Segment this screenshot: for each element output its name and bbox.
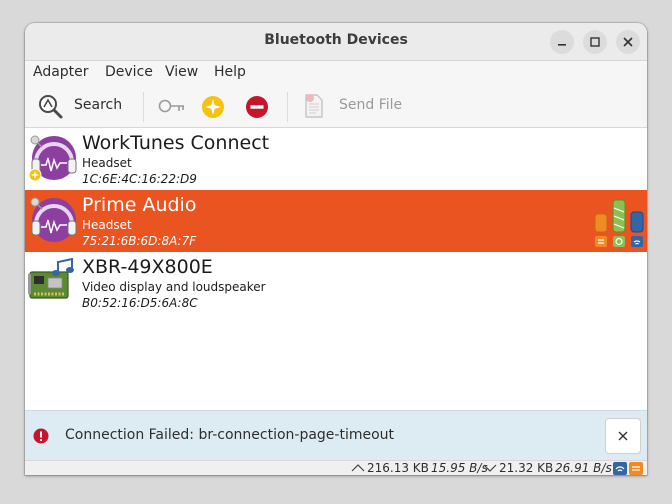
toolbar-separator (287, 92, 288, 122)
remove-device-icon[interactable] (245, 95, 269, 119)
title-bar[interactable]: Bluetooth Devices (25, 23, 647, 61)
device-address: 75:21:6B:6D:8A:7F (82, 234, 197, 248)
device-name: XBR-49X800E (82, 256, 213, 278)
device-row[interactable]: WorkTunes Connect Headset 1C:6E:4C:16:22… (25, 128, 647, 190)
bluetooth-status-icon (613, 462, 627, 475)
headset-icon (30, 197, 77, 242)
send-file-label: Send File (339, 97, 403, 113)
maximize-button[interactable] (583, 30, 607, 54)
upload-arrow-icon (351, 464, 365, 472)
download-arrow-icon (483, 464, 497, 472)
menu-view[interactable]: View (165, 64, 198, 80)
infobar-close-button[interactable] (605, 418, 641, 454)
upload-total: 216.13 KB (367, 461, 429, 475)
error-icon (33, 428, 49, 444)
menu-device[interactable]: Device (105, 64, 153, 80)
transfer-status-icon (629, 462, 643, 475)
search-label: Search (74, 97, 123, 113)
close-button[interactable] (616, 30, 640, 54)
error-message: Connection Failed: br-connection-page-ti… (65, 427, 395, 443)
send-file-icon (305, 94, 323, 118)
device-list[interactable]: WorkTunes Connect Headset 1C:6E:4C:16:22… (25, 128, 647, 410)
device-name: Prime Audio (82, 194, 197, 216)
bluetooth-devices-window: Bluetooth Devices Adapter Device View He… (25, 23, 647, 475)
device-address: B0:52:16:D5:6A:8C (82, 296, 198, 310)
send-file-button[interactable]: Send File (297, 89, 407, 123)
search-button[interactable]: Search (33, 89, 137, 123)
menu-bar: Adapter Device View Help (25, 61, 647, 85)
menu-adapter[interactable]: Adapter (33, 64, 89, 80)
pair-key-icon[interactable] (158, 95, 186, 117)
device-type: Video display and loudspeaker (82, 280, 266, 294)
upload-rate: 15.95 B/s (431, 461, 488, 475)
close-icon (623, 37, 633, 47)
minimize-button[interactable] (550, 30, 574, 54)
minimize-icon (558, 44, 566, 46)
signal-strength-icon (594, 199, 644, 247)
close-icon (618, 431, 628, 441)
device-address: 1C:6E:4C:16:22:D9 (82, 172, 197, 186)
maximize-icon (590, 37, 600, 47)
audio-card-icon (28, 258, 74, 299)
download-total: 21.32 KB (499, 461, 554, 475)
device-row[interactable]: XBR-49X800E Video display and loudspeake… (25, 252, 647, 314)
trust-star-icon[interactable] (201, 95, 225, 119)
status-bar: 216.13 KB 15.95 B/s 21.32 KB 26.91 B/s (25, 460, 647, 475)
search-icon (39, 95, 63, 119)
toolbar-separator (143, 92, 144, 122)
device-name: WorkTunes Connect (82, 132, 270, 154)
headset-icon (28, 135, 77, 182)
device-type: Headset (82, 156, 132, 170)
error-infobar: Connection Failed: br-connection-page-ti… (25, 410, 647, 461)
download-rate: 26.91 B/s (555, 461, 612, 475)
device-type: Headset (82, 218, 132, 232)
device-row-selected[interactable]: Prime Audio Headset 75:21:6B:6D:8A:7F (25, 190, 647, 252)
menu-help[interactable]: Help (214, 64, 246, 80)
toolbar: Search Send File (25, 85, 647, 128)
